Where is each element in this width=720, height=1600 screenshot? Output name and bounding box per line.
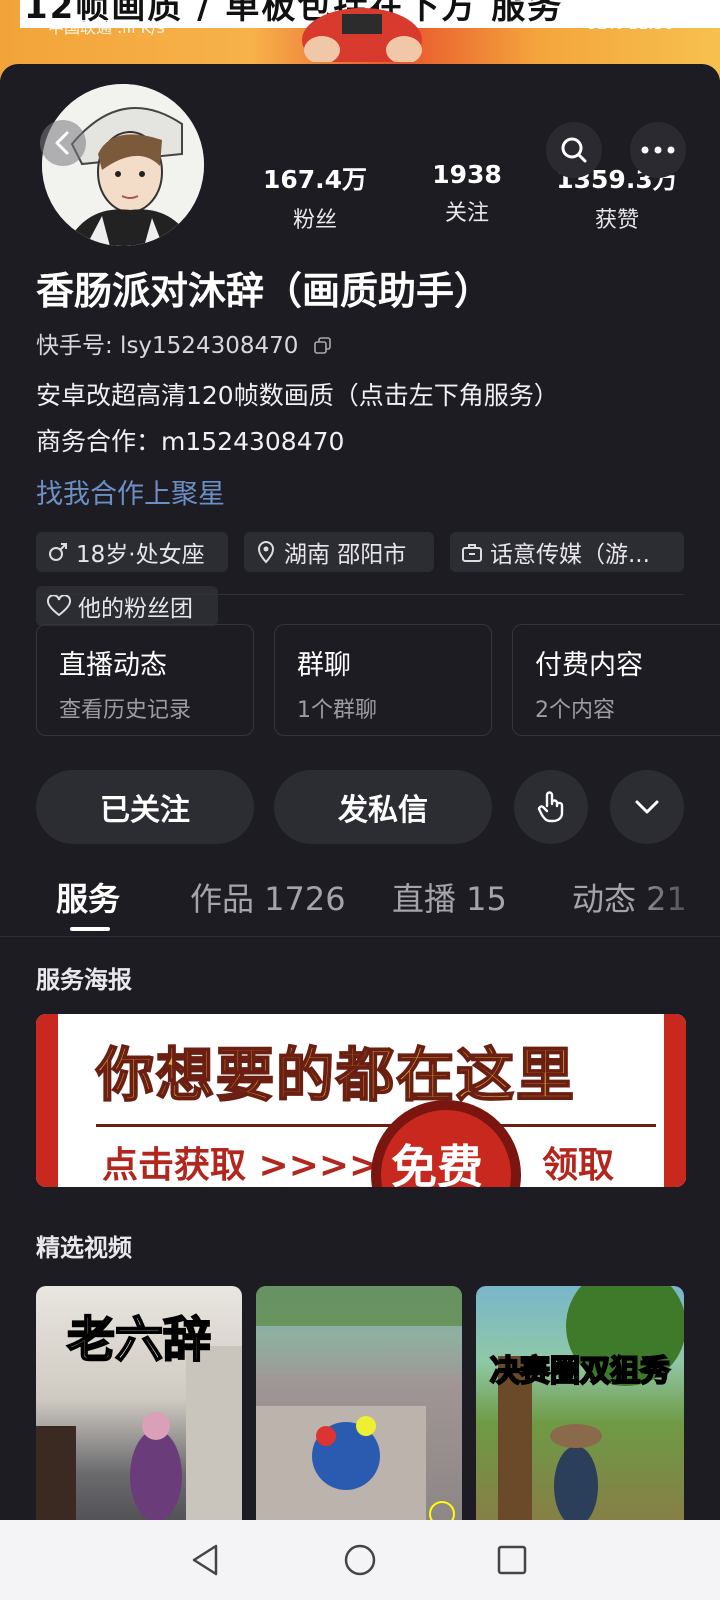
nav-recents-square-icon bbox=[497, 1545, 527, 1575]
bio-line-2: 商务合作：m1524308470 bbox=[36, 427, 345, 456]
profile-name: 香肠派对沐辞（画质助手） bbox=[36, 269, 493, 313]
video-thumb-3-scene bbox=[498, 1286, 684, 1536]
tag-location[interactable]: 湖南 邵阳市 bbox=[244, 532, 434, 572]
tag-company[interactable]: 话意传媒（游... bbox=[450, 532, 684, 572]
service-poster[interactable]: 你想要的都在这里 点击获取 >>>>> 免费 领取 bbox=[36, 1014, 686, 1187]
video-caption: 决赛圈双狙秀 bbox=[489, 1353, 671, 1390]
kuaishou-id-text: 快手号: lsy1524308470 bbox=[36, 333, 299, 359]
poster-cta: 点击获取 >>>>> bbox=[102, 1145, 410, 1186]
video-caption: 老六辞 bbox=[66, 1311, 212, 1369]
location-pin-icon bbox=[257, 541, 275, 564]
poster-left-band bbox=[36, 1014, 58, 1187]
stat-label: 关注 bbox=[444, 201, 489, 226]
tag-location-text: 湖南 邵阳市 bbox=[284, 542, 407, 568]
tab-works[interactable]: 作品 1726 bbox=[190, 874, 346, 920]
kuaishou-id[interactable]: 快手号: lsy1524308470 bbox=[36, 326, 332, 360]
poster-badge-text: 免费 bbox=[391, 1140, 483, 1187]
tab-divider bbox=[0, 936, 720, 937]
cooperation-link[interactable]: 找我合作上聚星 bbox=[36, 472, 225, 511]
poster-claim: 领取 bbox=[542, 1145, 615, 1186]
tag-age-text: 18岁·处女座 bbox=[76, 542, 205, 568]
search-button[interactable] bbox=[546, 122, 602, 178]
poster-rule bbox=[96, 1124, 656, 1127]
stat-label: 获赞 bbox=[594, 208, 639, 233]
nav-home-button[interactable] bbox=[340, 1540, 380, 1580]
message-button[interactable]: 发私信 bbox=[274, 770, 492, 844]
profile-panel: 167.4万 粉丝 1938 关注 1359.3万 获赞 香肠派对沐辞（画质助手… bbox=[0, 64, 720, 1536]
search-icon bbox=[561, 137, 587, 163]
video-thumb-1[interactable]: 老六辞 bbox=[36, 1286, 242, 1536]
tag-age[interactable]: 18岁·处女座 bbox=[36, 532, 228, 572]
gesture-button[interactable] bbox=[514, 770, 588, 844]
status-carrier: 中国联通 .ıll K/s bbox=[48, 18, 165, 37]
nav-recents-button[interactable] bbox=[492, 1540, 532, 1580]
section-title-poster: 服务海报 bbox=[36, 966, 132, 994]
male-icon bbox=[49, 543, 67, 561]
tag-fanclub[interactable]: 他的粉丝团 bbox=[36, 586, 218, 626]
poster-headline: 你想要的都在这里 bbox=[95, 1040, 577, 1110]
card-subtitle: 2个内容 bbox=[535, 698, 615, 723]
card-subtitle: 1个群聊 bbox=[297, 698, 377, 723]
card-title: 群聊 bbox=[297, 650, 351, 681]
bio-line-1: 安卓改超高清120帧数画质（点击左下角服务） bbox=[36, 381, 559, 410]
back-button[interactable] bbox=[40, 120, 86, 166]
avatar-illustration bbox=[42, 84, 204, 246]
tab-active-indicator bbox=[70, 927, 110, 931]
card-paid-content[interactable]: 付费内容 2个内容 bbox=[512, 624, 720, 736]
card-live-history[interactable]: 直播动态 查看历史记录 bbox=[36, 624, 254, 736]
video-thumb-2[interactable] bbox=[256, 1286, 462, 1536]
system-nav-bar bbox=[0, 1520, 720, 1600]
copy-icon[interactable] bbox=[313, 337, 332, 355]
video-thumb-2-scene bbox=[256, 1286, 462, 1536]
stat-following[interactable]: 1938 关注 bbox=[402, 160, 532, 227]
more-button[interactable] bbox=[630, 122, 686, 178]
section-divider bbox=[36, 594, 684, 595]
more-dots-icon bbox=[641, 146, 675, 154]
tag-company-text: 话意传媒（游... bbox=[490, 542, 650, 568]
expand-button[interactable] bbox=[610, 770, 684, 844]
followed-button[interactable]: 已关注 bbox=[36, 770, 254, 844]
company-icon bbox=[462, 544, 482, 562]
back-chevron-icon bbox=[55, 131, 69, 155]
section-title-videos: 精选视频 bbox=[36, 1234, 132, 1262]
status-battery-time: 92% 11:30 bbox=[587, 14, 674, 33]
nav-home-circle-icon bbox=[344, 1544, 376, 1576]
tab-service[interactable]: 服务 bbox=[56, 874, 120, 920]
video-thumb-3[interactable]: 决赛圈双狙秀 bbox=[476, 1286, 684, 1536]
card-title: 直播动态 bbox=[59, 650, 167, 681]
status-bar: 中国联通 .ıll K/s 92% 11:30 bbox=[0, 10, 720, 40]
card-title: 付费内容 bbox=[535, 650, 643, 681]
card-subtitle: 查看历史记录 bbox=[59, 698, 192, 723]
stat-label: 粉丝 bbox=[292, 208, 337, 233]
stat-value: 167.4万 bbox=[262, 165, 368, 194]
stat-fans[interactable]: 167.4万 粉丝 bbox=[250, 160, 380, 234]
stat-value: 1938 bbox=[432, 160, 502, 189]
poster-right-band bbox=[664, 1014, 686, 1187]
card-group-chat[interactable]: 群聊 1个群聊 bbox=[274, 624, 492, 736]
hand-pointer-icon bbox=[537, 791, 564, 823]
chevron-down-icon bbox=[635, 800, 659, 814]
tab-live[interactable]: 直播 15 bbox=[392, 874, 507, 920]
nav-back-triangle-icon bbox=[192, 1544, 218, 1576]
nav-back-button[interactable] bbox=[186, 1540, 226, 1580]
heart-fanclub-icon bbox=[46, 595, 72, 617]
tab-fade-overlay bbox=[630, 862, 720, 922]
